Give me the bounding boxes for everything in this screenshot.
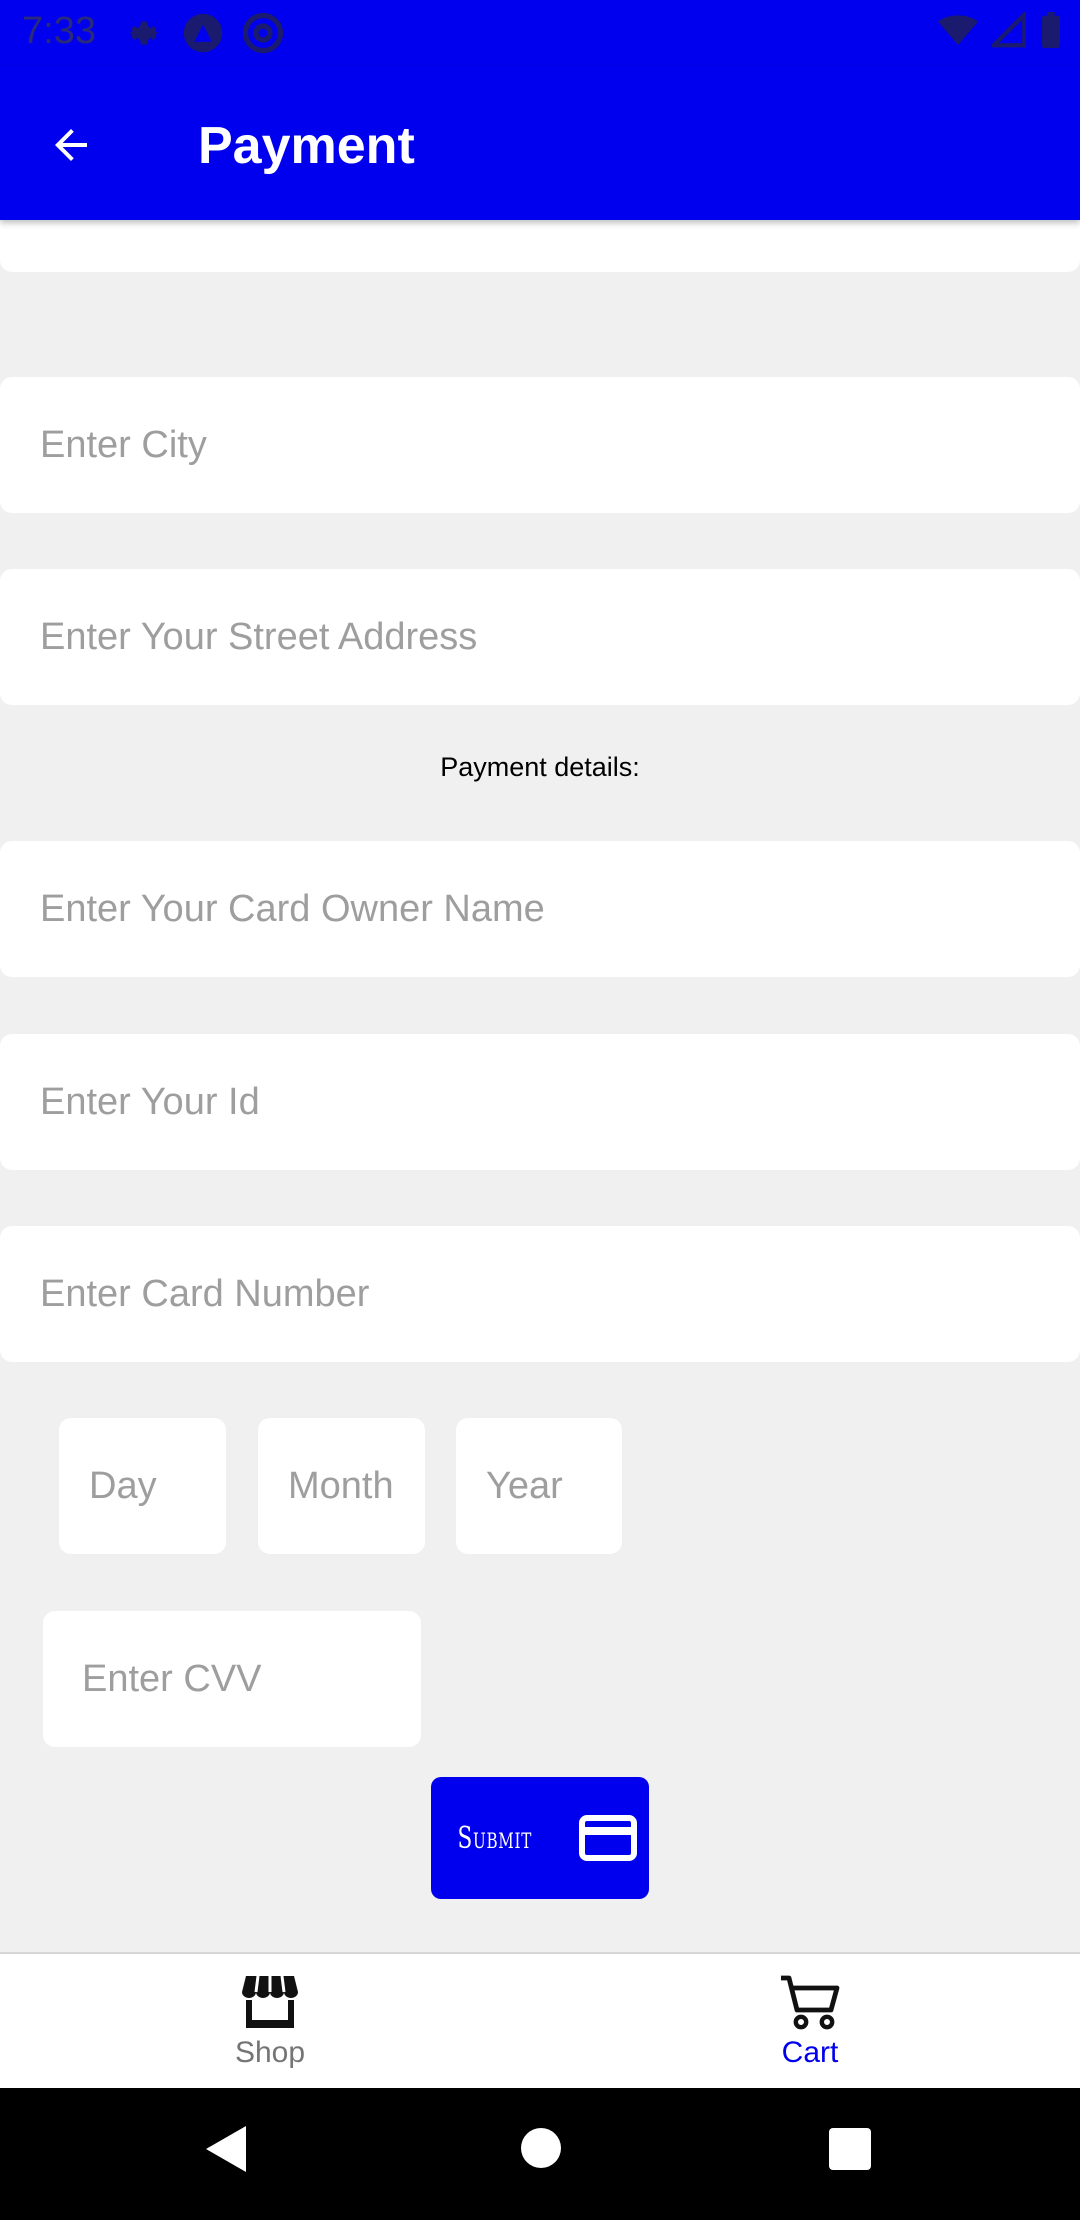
status-system-icons [938, 12, 1062, 48]
signal-icon [992, 12, 1026, 48]
payment-details-label: Payment details: [440, 752, 640, 782]
back-triangle-icon [206, 2126, 246, 2172]
nav-label-shop: Shop [234, 2036, 306, 2069]
expiry-year-input[interactable] [484, 1463, 622, 1509]
expiry-day-field[interactable] [59, 1418, 226, 1554]
cvv-field[interactable] [43, 1611, 421, 1747]
cart-icon [781, 1975, 840, 2030]
nav-item-shop[interactable]: Shop [0, 1954, 540, 2090]
nav-item-cart[interactable]: Cart [540, 1954, 1080, 2090]
bottom-navigation: Shop Cart [0, 1952, 1080, 2090]
home-circle-icon [521, 2128, 561, 2168]
recents-square-icon [829, 2128, 871, 2170]
wifi-icon [938, 15, 978, 45]
card-number-input[interactable] [38, 1271, 1080, 1317]
app-a-icon [183, 13, 223, 53]
settings-icon [129, 21, 159, 45]
status-time: 7:33 [22, 10, 96, 52]
nav-label-cart: Cart [781, 2036, 839, 2069]
page-title: Payment [198, 117, 415, 175]
expiry-month-field[interactable] [258, 1418, 425, 1554]
submit-button[interactable]: Submit [431, 1777, 649, 1899]
system-home-button[interactable] [519, 2126, 563, 2175]
status-bar: 7:33 [0, 0, 1080, 66]
card-number-field[interactable] [0, 1226, 1080, 1362]
battery-icon [1042, 12, 1060, 48]
id-field[interactable] [0, 1034, 1080, 1170]
city-input[interactable] [38, 422, 1080, 468]
submit-label: Submit [457, 1820, 533, 1856]
state-input[interactable] [38, 220, 1080, 227]
payment-form: Payment details: Submit [0, 220, 1080, 1952]
city-field[interactable] [0, 377, 1080, 513]
street-address-input[interactable] [38, 614, 1080, 660]
card-owner-field[interactable] [0, 841, 1080, 977]
state-field[interactable] [0, 220, 1080, 272]
card-owner-input[interactable] [38, 886, 1080, 932]
cvv-input[interactable] [80, 1656, 421, 1702]
id-input[interactable] [38, 1079, 1080, 1125]
arrow-back-icon [55, 129, 87, 161]
store-icon [242, 1975, 298, 2028]
expiry-month-input[interactable] [286, 1463, 425, 1509]
status-notification-icons [124, 12, 284, 54]
at-sign-icon [242, 12, 284, 54]
system-navigation-bar [0, 2088, 1080, 2220]
back-button[interactable] [36, 110, 106, 180]
app-bar: Payment [0, 66, 1080, 220]
expiry-year-field[interactable] [456, 1418, 622, 1554]
system-recents-button[interactable] [829, 2128, 871, 2175]
expiry-day-input[interactable] [87, 1463, 226, 1509]
system-back-button[interactable] [204, 2124, 250, 2179]
credit-card-icon [578, 1815, 637, 1861]
street-address-field[interactable] [0, 569, 1080, 705]
